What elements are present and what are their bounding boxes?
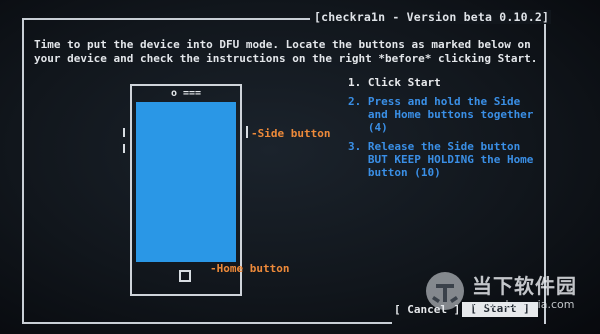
step-line: 3. Release the Side button — [348, 140, 521, 153]
watermark: 当下软件园 www.downxia.com — [424, 266, 596, 318]
watermark-title: 当下软件园 — [472, 274, 577, 298]
window-frame-left — [22, 18, 24, 324]
step-line: 2. Press and hold the Side — [348, 95, 521, 108]
home-button-label: -Home button — [210, 262, 290, 275]
step-line: 1. Click Start — [348, 76, 441, 89]
window-frame-top — [22, 18, 310, 20]
window-frame-bottom — [22, 322, 392, 324]
intro-line: your device and check the instructions o… — [34, 52, 538, 65]
watermark-url: www.downxia.com — [472, 298, 575, 311]
side-button-marker-icon — [246, 126, 248, 138]
intro-text: Time to put the device into DFU mode. Lo… — [34, 38, 544, 66]
watermark-logo-icon — [426, 272, 464, 310]
volume-button-marker-icon — [123, 144, 125, 153]
step-line: button (10) — [348, 166, 441, 179]
step-line: BUT KEEP HOLDING the Home — [348, 153, 534, 166]
intro-line: Time to put the device into DFU mode. Lo… — [34, 38, 531, 51]
instruction-steps: 1. Click Start 2. Press and hold the Sid… — [348, 76, 544, 185]
device-top-indicator: o === — [170, 88, 202, 99]
window-title: [checkra1n - Version beta 0.10.2] — [312, 10, 552, 24]
step-line: and Home buttons together — [348, 108, 534, 121]
step-press-and-hold: 2. Press and hold the Side and Home butt… — [348, 95, 544, 134]
home-button-marker-icon — [179, 270, 191, 282]
terminal-screen: [checkra1n - Version beta 0.10.2] Time t… — [0, 0, 600, 334]
step-release-side: 3. Release the Side button BUT KEEP HOLD… — [348, 140, 544, 179]
device-screen — [136, 102, 236, 262]
step-click-start: 1. Click Start — [348, 76, 544, 89]
step-line: (4) — [348, 121, 388, 134]
side-button-label: -Side button — [251, 127, 331, 140]
volume-button-marker-icon — [123, 128, 125, 137]
